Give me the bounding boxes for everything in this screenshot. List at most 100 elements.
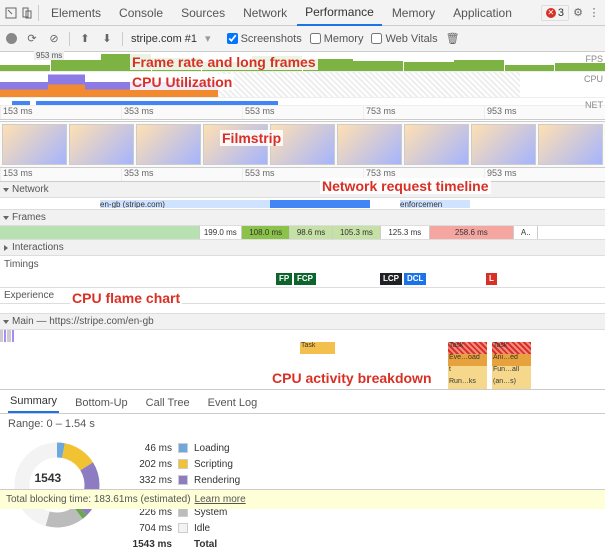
filmstrip-thumb[interactable] xyxy=(471,124,536,165)
legend-row: 202 msScripting xyxy=(126,456,240,472)
experience-track xyxy=(0,304,605,314)
frame-cell[interactable]: 108.0 ms xyxy=(242,226,290,239)
tab-summary[interactable]: Summary xyxy=(8,391,59,413)
target-label: stripe.com #1 xyxy=(131,33,197,45)
timing-marker[interactable]: FCP xyxy=(294,273,316,285)
perf-toolbar: ⟳ ⊘ ⬆ ⬇ stripe.com #1 ▾ Screenshots Memo… xyxy=(0,26,605,52)
flame-block[interactable]: Eve…oad xyxy=(448,354,488,366)
device-icon[interactable] xyxy=(20,6,34,20)
blocking-time-text: Total blocking time: 183.61ms (estimated… xyxy=(6,494,191,505)
clear-icon[interactable]: ⊘ xyxy=(47,32,61,46)
reload-icon[interactable]: ⟳ xyxy=(25,32,39,46)
devtools-tabbar: Elements Console Sources Network Perform… xyxy=(0,0,605,26)
download-icon[interactable]: ⬇ xyxy=(100,32,114,46)
trash-icon[interactable]: 🗑 xyxy=(446,32,460,46)
filmstrip-thumb[interactable] xyxy=(337,124,402,165)
overview-ruler: 153 ms353 ms553 ms753 ms953 ms xyxy=(0,106,605,120)
flame-row: Run…ks (an…s) xyxy=(0,378,605,390)
timings-section-header[interactable]: Timings xyxy=(0,256,605,272)
timing-marker[interactable]: FP xyxy=(276,273,292,285)
net-overview-row: NET xyxy=(0,98,605,106)
error-badge[interactable]: ✕3 xyxy=(541,5,569,21)
tab-memory[interactable]: Memory xyxy=(384,1,443,25)
network-request[interactable]: en-gb (stripe.com) xyxy=(100,200,270,208)
more-icon[interactable]: ⋮ xyxy=(587,6,601,20)
flame-block[interactable]: (an…s) xyxy=(492,378,532,390)
filmstrip-thumb[interactable] xyxy=(203,124,268,165)
tab-eventlog[interactable]: Event Log xyxy=(206,393,260,413)
frames-section-header[interactable]: Frames xyxy=(0,210,605,226)
cpu-label: CPU xyxy=(584,74,603,84)
filmstrip-thumb[interactable] xyxy=(538,124,603,165)
frame-cell[interactable]: 105.3 ms xyxy=(333,226,381,239)
legend-row: 332 msRendering xyxy=(126,472,240,488)
tab-calltree[interactable]: Call Tree xyxy=(144,393,192,413)
tab-network[interactable]: Network xyxy=(235,1,295,25)
settings-icon[interactable]: ⚙ xyxy=(571,6,585,20)
fps-label: FPS xyxy=(585,54,603,64)
frame-cell[interactable]: A.. xyxy=(514,226,538,239)
range-label: Range: 0 – 1.54 s xyxy=(0,414,605,434)
flame-row: Eve…oad Ani…ed xyxy=(0,354,605,366)
timings-track[interactable]: FPFCP LCPDCL L xyxy=(0,272,605,288)
network-request[interactable]: enforcemen xyxy=(400,200,470,208)
frame-cell[interactable]: 258.6 ms xyxy=(430,226,515,239)
upload-icon[interactable]: ⬆ xyxy=(78,32,92,46)
experience-section-header[interactable]: Experience xyxy=(0,288,605,304)
flame-block[interactable]: Task xyxy=(448,342,488,354)
cpu-row: CPU xyxy=(0,72,605,98)
network-section-header[interactable]: Network xyxy=(0,182,605,198)
flame-chart[interactable]: Task Task Task Eve…oad Ani…ed t Fun…all Run…… xyxy=(0,330,605,390)
tab-elements[interactable]: Elements xyxy=(43,1,109,25)
details-tabs: Summary Bottom-Up Call Tree Event Log xyxy=(0,390,605,414)
frame-cell[interactable]: 125.3 ms xyxy=(381,226,429,239)
tab-sources[interactable]: Sources xyxy=(173,1,233,25)
main-section-header[interactable]: Main — https://stripe.com/en-gb xyxy=(0,314,605,330)
webvitals-checkbox[interactable]: Web Vitals xyxy=(371,33,437,45)
frame-cell[interactable]: 98.6 ms xyxy=(290,226,332,239)
legend-row: 46 msLoading xyxy=(126,440,240,456)
interactions-section-header[interactable]: Interactions xyxy=(0,240,605,256)
tab-bottomup[interactable]: Bottom-Up xyxy=(73,393,130,413)
frames-track[interactable]: 199.0 ms108.0 ms98.6 ms105.3 ms125.3 ms2… xyxy=(0,226,605,240)
cpu-donut-chart[interactable]: 1543 ms xyxy=(12,440,102,530)
overview-panel[interactable]: 953 ms FPS CPU NET 153 ms353 ms553 ms753… xyxy=(0,52,605,122)
main-ruler: 153 ms353 ms553 ms753 ms953 ms xyxy=(0,168,605,182)
error-count: 3 xyxy=(558,7,564,19)
learn-more-link[interactable]: Learn more xyxy=(195,494,246,505)
tab-console[interactable]: Console xyxy=(111,1,171,25)
flame-block[interactable]: Task xyxy=(492,342,532,354)
inspect-icon[interactable] xyxy=(4,6,18,20)
tab-application[interactable]: Application xyxy=(445,1,520,25)
filmstrip-thumb[interactable] xyxy=(2,124,67,165)
memory-checkbox[interactable]: Memory xyxy=(310,33,364,45)
flame-block[interactable]: Task xyxy=(300,342,336,354)
filmstrip-thumb[interactable] xyxy=(136,124,201,165)
net-label: NET xyxy=(585,100,603,110)
timing-marker[interactable]: LCP xyxy=(380,273,402,285)
flame-block[interactable]: Fun…all xyxy=(492,366,532,378)
timing-marker[interactable]: L xyxy=(486,273,497,285)
fps-row: FPS xyxy=(0,52,605,72)
task-row: Task Task Task xyxy=(0,342,605,354)
blocking-time-footer: Total blocking time: 183.61ms (estimated… xyxy=(0,489,605,509)
record-button[interactable] xyxy=(6,33,17,44)
filmstrip-thumb[interactable] xyxy=(69,124,134,165)
timing-marker[interactable]: DCL xyxy=(404,273,426,285)
flame-block[interactable]: t xyxy=(448,366,488,378)
tab-performance[interactable]: Performance xyxy=(297,0,382,26)
flame-block[interactable]: Run…ks xyxy=(448,378,488,390)
expand-icon xyxy=(3,188,9,192)
network-track[interactable]: en-gb (stripe.com) enforcemen xyxy=(0,198,605,210)
frame-cell[interactable] xyxy=(0,226,200,239)
filmstrip-thumb[interactable] xyxy=(270,124,335,165)
filmstrip-thumb[interactable] xyxy=(404,124,469,165)
flame-block[interactable]: Ani…ed xyxy=(492,354,532,366)
frame-cell[interactable]: 199.0 ms xyxy=(200,226,242,239)
expand-icon xyxy=(3,216,9,220)
screenshots-checkbox[interactable]: Screenshots xyxy=(227,33,302,45)
network-request[interactable] xyxy=(270,200,370,208)
flame-row: t Fun…all xyxy=(0,366,605,378)
expand-icon xyxy=(3,320,9,324)
filmstrip[interactable] xyxy=(0,122,605,168)
